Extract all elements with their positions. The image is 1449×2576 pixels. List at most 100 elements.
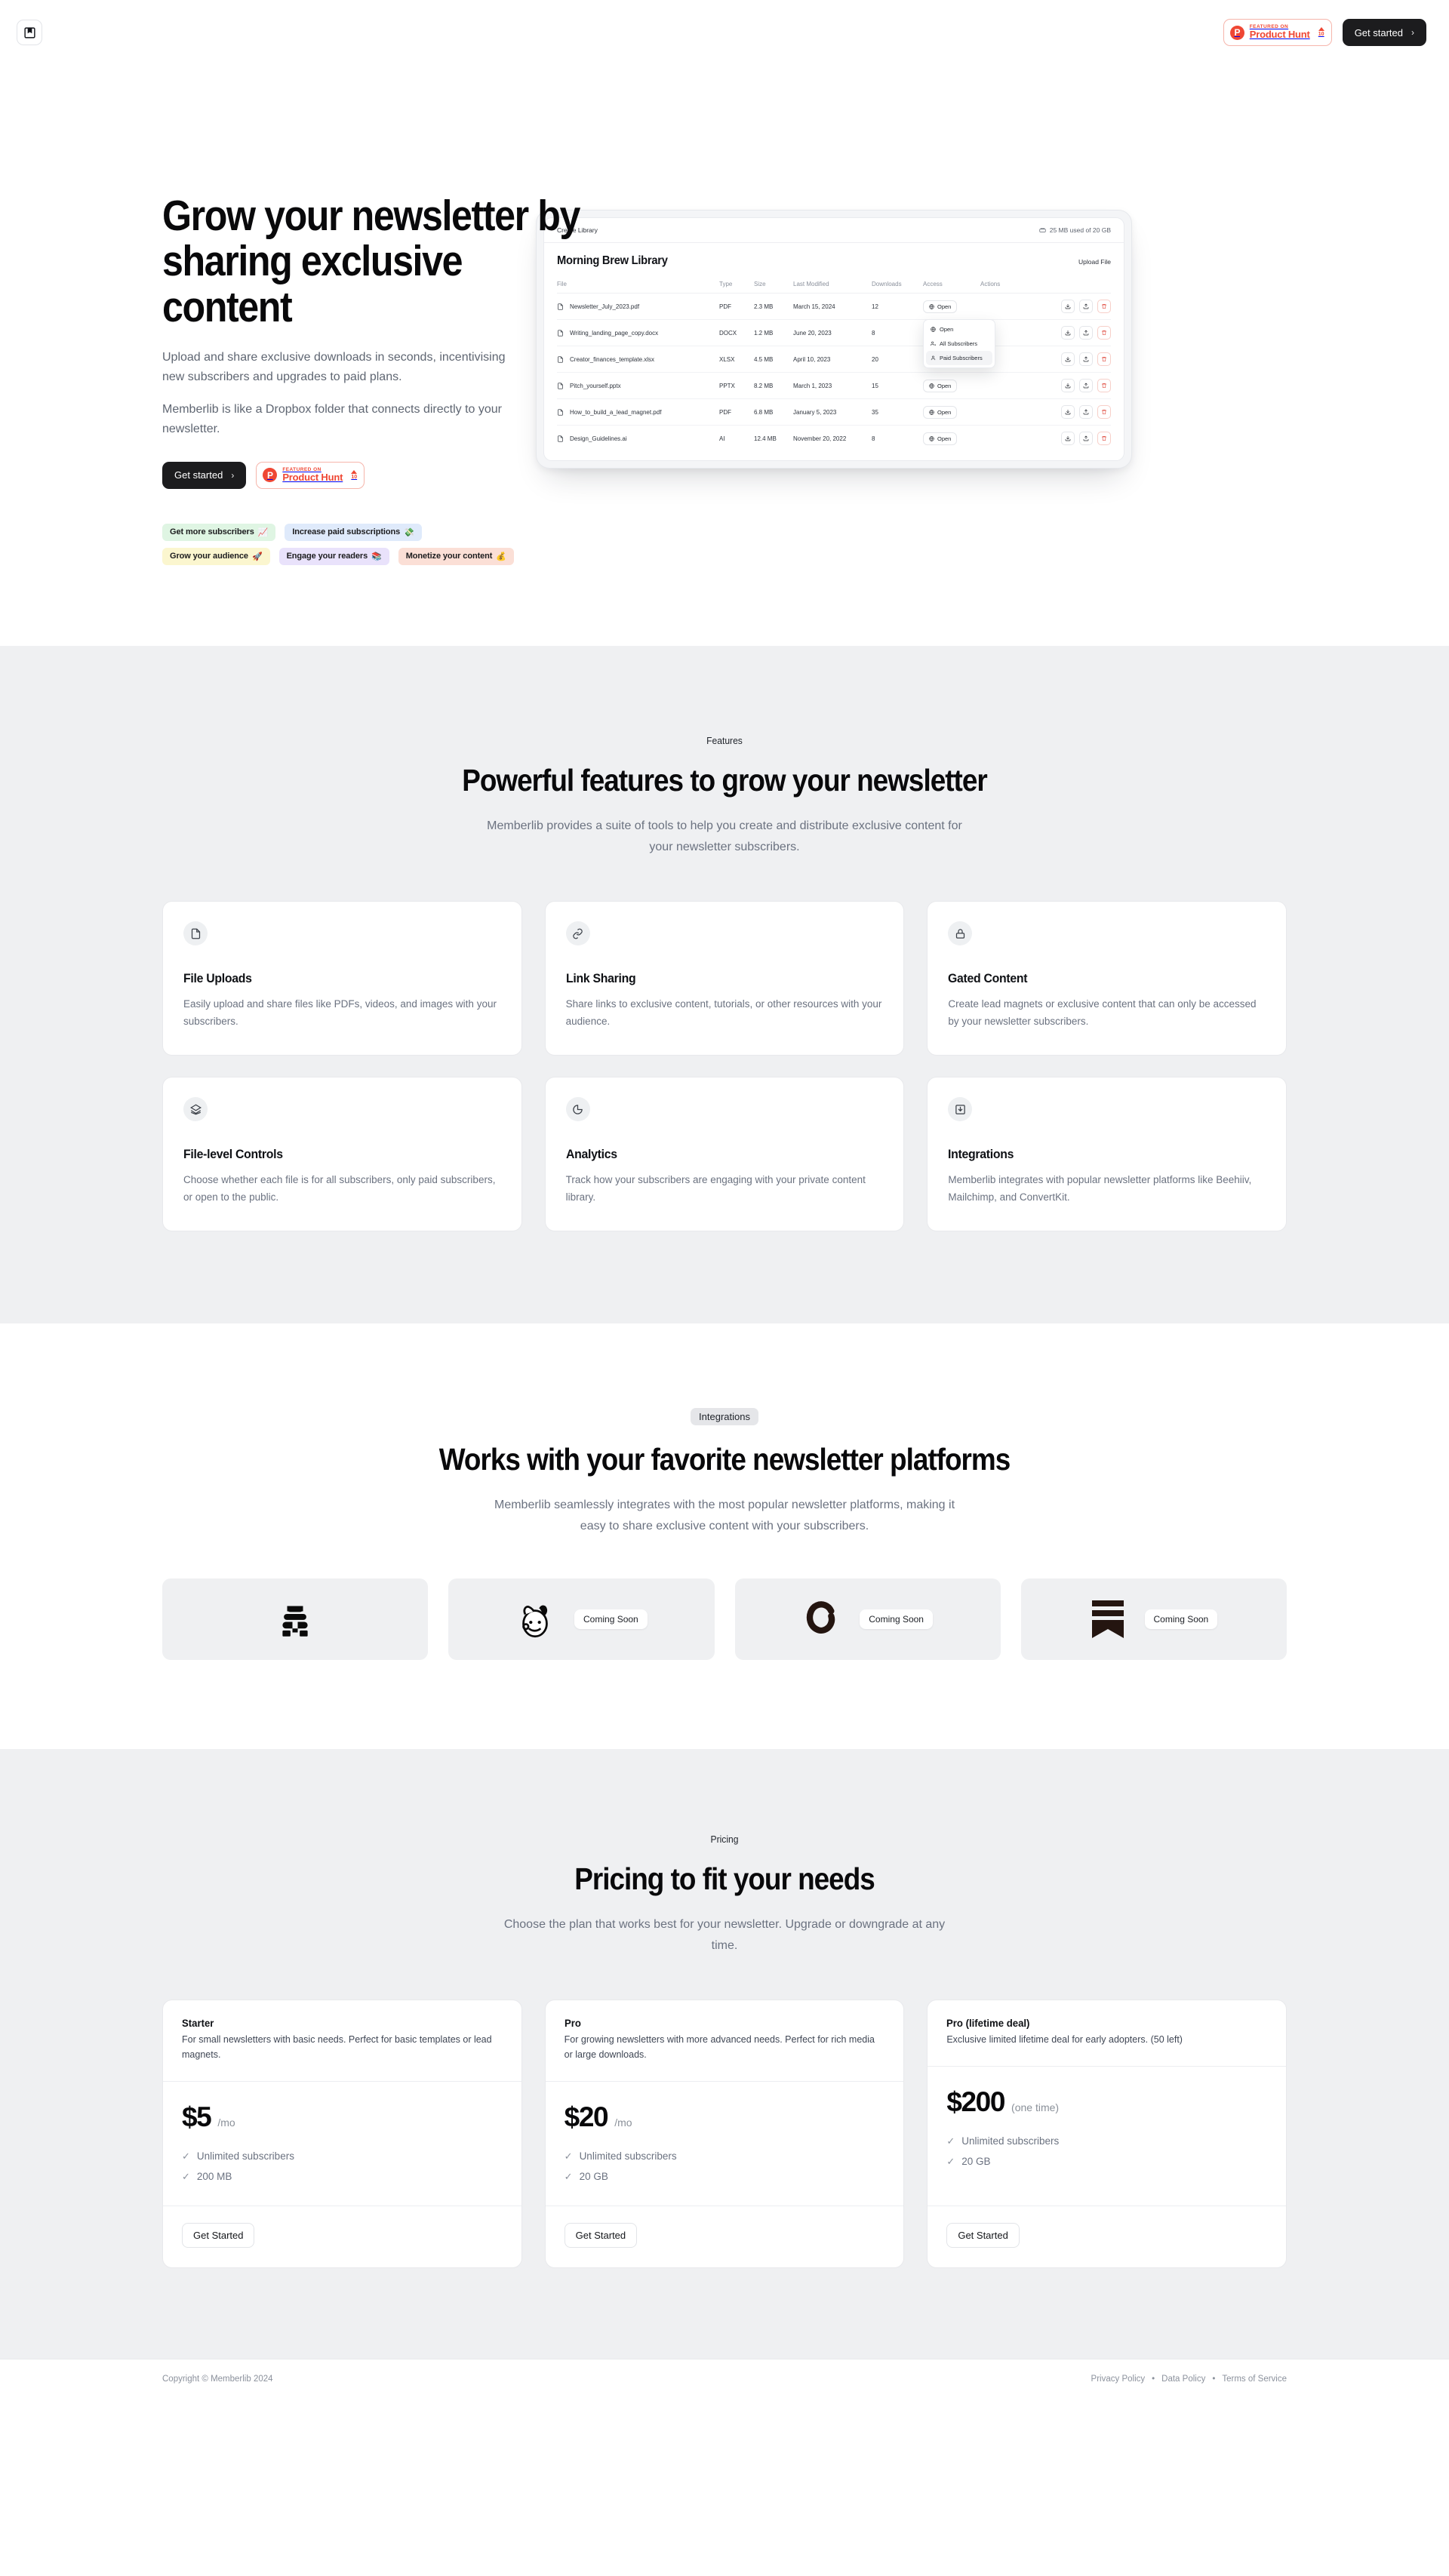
feature-description: Easily upload and share files like PDFs,… bbox=[183, 998, 497, 1027]
feature-description: Share links to exclusive content, tutori… bbox=[565, 998, 882, 1027]
download-button[interactable] bbox=[1061, 300, 1075, 313]
access-dropdown[interactable]: Open bbox=[923, 432, 958, 445]
download-button[interactable] bbox=[1061, 326, 1075, 340]
footer-link[interactable]: Privacy Policy bbox=[1091, 2375, 1146, 2384]
share-button[interactable] bbox=[1079, 379, 1093, 392]
get-started-button-header[interactable]: Get started › bbox=[1342, 19, 1426, 46]
benefit-tag-label: Grow your audience bbox=[170, 552, 248, 561]
download-button[interactable] bbox=[1061, 432, 1075, 445]
share-button[interactable] bbox=[1079, 326, 1093, 340]
get-started-button-plan[interactable]: Get Started bbox=[564, 2222, 638, 2248]
pricing-card-grid: Starter For small newsletters with basic … bbox=[162, 2000, 1287, 2268]
product-hunt-name: Product Hunt bbox=[282, 471, 343, 483]
footer-link[interactable]: Terms of Service bbox=[1222, 2375, 1287, 2384]
delete-button[interactable] bbox=[1097, 432, 1111, 445]
integration-card[interactable] bbox=[162, 1578, 429, 1661]
access-menu-item[interactable]: Open bbox=[926, 322, 992, 337]
file-table-column-header: Downloads bbox=[872, 281, 923, 294]
plan-feature: ✓ Unlimited subscribers bbox=[182, 2150, 503, 2163]
footer-separator: • bbox=[1212, 2375, 1216, 2384]
lock-icon bbox=[948, 921, 973, 946]
file-name: How_to_build_a_lead_magnet.pdf bbox=[570, 408, 662, 416]
file-table-body: Newsletter_July_2023.pdf PDF 2.3 MB March 1… bbox=[557, 293, 1111, 452]
file-table-column-header: Size bbox=[754, 281, 793, 294]
file-size: 1.2 MB bbox=[754, 319, 793, 346]
file-name: Design_Guidelines.ai bbox=[570, 435, 627, 442]
file-downloads: 35 bbox=[872, 398, 923, 426]
integration-card[interactable]: Coming Soon bbox=[734, 1578, 1001, 1661]
delete-button[interactable] bbox=[1097, 352, 1111, 366]
table-row[interactable]: Writing_landing_page_copy.docx DOCX 1.2 MB… bbox=[557, 319, 1111, 346]
integrations-eyebrow: Integrations bbox=[691, 1408, 758, 1426]
globe-icon bbox=[931, 326, 936, 332]
benefit-tag-label: Monetize your content bbox=[405, 552, 493, 561]
access-dropdown[interactable]: Open bbox=[923, 379, 958, 392]
access-dropdown[interactable]: Open bbox=[923, 300, 958, 313]
header-actions: P FEATURED ON Product Hunt 10 Get starte… bbox=[1223, 19, 1426, 46]
upload-file-button[interactable]: Upload File bbox=[1078, 258, 1111, 266]
feature-description: Memberlib integrates with popular newsle… bbox=[948, 1174, 1252, 1203]
benefit-tag: Monetize your content 💰 bbox=[398, 547, 514, 565]
table-row[interactable]: Design_Guidelines.ai AI 12.4 MB November 20… bbox=[557, 426, 1111, 452]
product-hunt-votes: 10 bbox=[1318, 26, 1324, 38]
get-started-button-plan[interactable]: Get Started bbox=[182, 2222, 255, 2248]
plan-period: /mo bbox=[217, 2116, 235, 2129]
table-row[interactable]: How_to_build_a_lead_magnet.pdf PDF 6.8 MB J… bbox=[557, 398, 1111, 426]
feature-description: Choose whether each file is for all subs… bbox=[183, 1174, 496, 1203]
access-menu-item[interactable]: Paid Subscribers bbox=[926, 350, 992, 365]
download-button[interactable] bbox=[1061, 379, 1075, 392]
hero-paragraph-2: Memberlib is like a Dropbox folder that … bbox=[162, 403, 502, 435]
share-button[interactable] bbox=[1079, 300, 1093, 313]
product-hunt-badge[interactable]: P FEATURED ON Product Hunt 10 bbox=[1223, 19, 1332, 46]
pricing-eyebrow: Pricing bbox=[710, 1834, 739, 1846]
plan-name: Starter bbox=[182, 2017, 214, 2030]
file-table-column-header: Type bbox=[719, 281, 754, 294]
file-last-modified: June 20, 2023 bbox=[793, 319, 872, 346]
access-dropdown[interactable]: Open bbox=[923, 405, 958, 419]
share-button[interactable] bbox=[1079, 405, 1093, 419]
bookmark-logo-icon[interactable] bbox=[17, 20, 42, 45]
plan-feature: ✓ Unlimited subscribers bbox=[565, 2150, 885, 2163]
product-hunt-badge-hero[interactable]: P FEATURED ON Product Hunt 10 bbox=[256, 461, 365, 489]
table-row[interactable]: Newsletter_July_2023.pdf PDF 2.3 MB March 1… bbox=[557, 293, 1111, 368]
product-hunt-votes: 10 bbox=[351, 469, 358, 481]
feature-title: Analytics bbox=[565, 1147, 617, 1162]
app-mock-shell: Create Library 25 MB used of 20 GB Morni… bbox=[536, 210, 1132, 469]
library-title: Morning Brew Library bbox=[557, 254, 668, 267]
app-mock-body: Morning Brew Library Upload File File Typ… bbox=[544, 243, 1124, 460]
integrations-subheading: Memberlib seamlessly integrates with the… bbox=[494, 1499, 955, 1532]
table-row[interactable]: Creator_finances_template.xlsx XLSX 4.5 MB… bbox=[557, 346, 1111, 373]
file-name: Pitch_yourself.pptx bbox=[570, 382, 621, 389]
beehiiv-logo-icon bbox=[274, 1598, 316, 1640]
chevron-right-icon: › bbox=[231, 469, 235, 481]
user-icon bbox=[931, 355, 936, 361]
footer-link[interactable]: Data Policy bbox=[1161, 2375, 1205, 2384]
share-button[interactable] bbox=[1079, 352, 1093, 366]
delete-button[interactable] bbox=[1097, 326, 1111, 340]
benefit-tag-label: Engage your readers bbox=[286, 552, 368, 561]
table-row[interactable]: Pitch_yourself.pptx PPTX 8.2 MB March 1, 20… bbox=[557, 372, 1111, 399]
get-started-button-plan[interactable]: Get Started bbox=[946, 2222, 1020, 2248]
coming-soon-badge: Coming Soon bbox=[1144, 1609, 1218, 1630]
delete-button[interactable] bbox=[1097, 300, 1111, 313]
download-button[interactable] bbox=[1061, 405, 1075, 419]
link-icon bbox=[565, 921, 590, 946]
file-icon bbox=[557, 435, 564, 443]
delete-button[interactable] bbox=[1097, 379, 1111, 392]
integrations-heading: Works with your favorite newsletter plat… bbox=[438, 1442, 1011, 1477]
pricing-card: Pro (lifetime deal) Exclusive limited lif… bbox=[927, 2000, 1287, 2268]
integration-card[interactable]: Coming Soon bbox=[448, 1578, 715, 1661]
check-icon: ✓ bbox=[946, 2135, 955, 2147]
feature-card: Analytics Track how your subscribers are … bbox=[544, 1077, 905, 1232]
download-button[interactable] bbox=[1061, 352, 1075, 366]
get-started-button-hero[interactable]: Get started › bbox=[162, 461, 247, 489]
integration-card[interactable]: Coming Soon bbox=[1020, 1578, 1287, 1661]
access-menu-item[interactable]: All Subscribers bbox=[926, 337, 992, 351]
delete-button[interactable] bbox=[1097, 405, 1111, 419]
coming-soon-badge: Coming Soon bbox=[860, 1609, 933, 1630]
benefit-tag-emoji-icon: 📚 bbox=[371, 552, 382, 561]
file-last-modified: January 5, 2023 bbox=[793, 398, 872, 426]
share-button[interactable] bbox=[1079, 432, 1093, 445]
benefit-tag-emoji-icon: 🚀 bbox=[251, 552, 263, 561]
pricing-heading: Pricing to fit your needs bbox=[574, 1861, 875, 1897]
